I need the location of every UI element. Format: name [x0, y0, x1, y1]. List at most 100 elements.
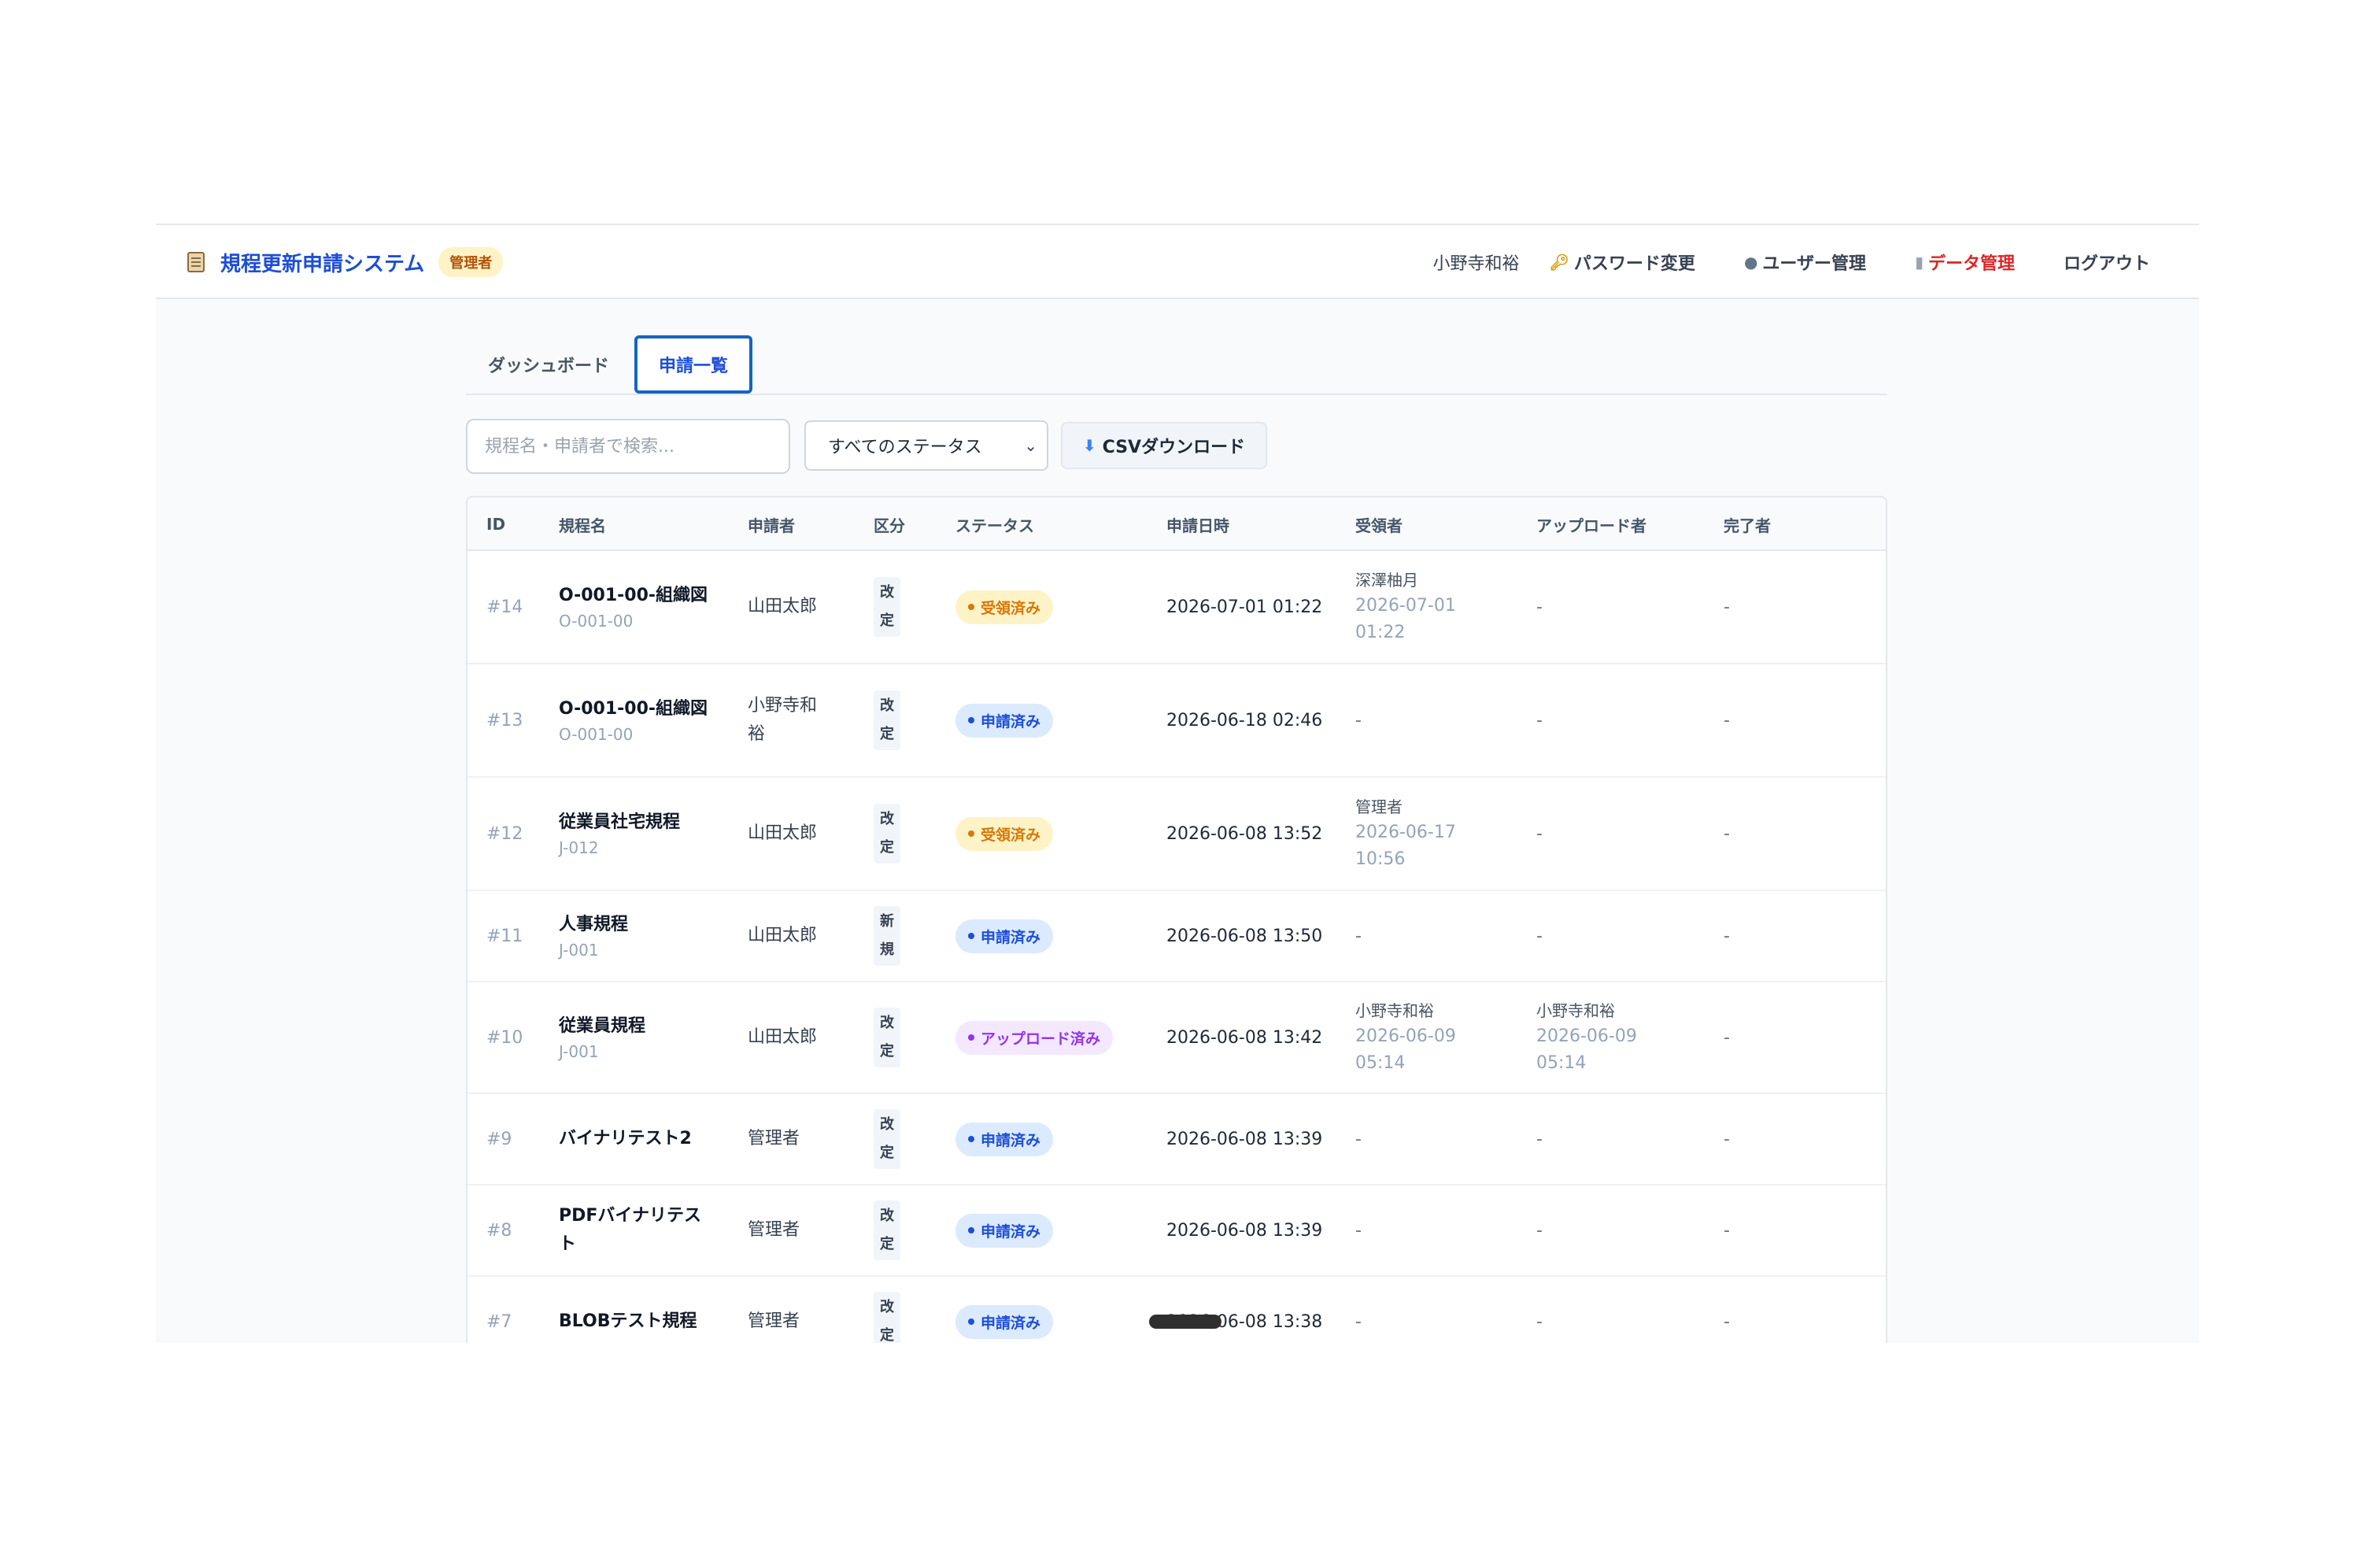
row-receiver-cell: 小野寺和裕 2026-06-09 05:14 [1355, 982, 1473, 1093]
row-completer: - [1724, 926, 1730, 946]
row-name[interactable]: 従業員規程 [559, 1012, 716, 1041]
row-applicant: 山田太郎 [748, 823, 818, 843]
row-applicant: 山田太郎 [748, 1027, 818, 1047]
current-user-name: 小野寺和裕 [1432, 254, 1520, 274]
table-row[interactable]: #11 人事規程 J-001 山田太郎 新規 申請済み 2026-06-08 1… [468, 891, 1886, 982]
row-name[interactable]: バイナリテスト2 [559, 1125, 716, 1153]
table-row[interactable]: #14 O-001-00-組織図 O-001-00 山田太郎 改定 受領済み 2… [468, 551, 1886, 664]
header-id[interactable]: ID [486, 497, 505, 551]
row-date: 2026-06-08 13:50 [1166, 926, 1323, 946]
row-name-cell: O-001-00-組織図 O-001-00 [559, 551, 716, 663]
row-status-cell: 申請済み [955, 1277, 1054, 1343]
row-code: O-001-00 [559, 612, 634, 631]
row-status-cell: 申請済み [955, 891, 1054, 981]
row-name[interactable]: O-001-00-組織図 [559, 582, 716, 610]
row-receiver: - [1355, 1311, 1362, 1332]
header-date[interactable]: 申請日時 [1166, 497, 1229, 551]
table-row[interactable]: #7 BLOBテスト規程 管理者 改定 申請済み 2026-06-08 13:3… [468, 1277, 1886, 1343]
status-dot-icon [968, 1034, 974, 1041]
kind-badge: 改定 [874, 577, 900, 637]
table-row[interactable]: #12 従業員社宅規程 J-012 山田太郎 改定 受領済み 2026-06-0… [468, 778, 1886, 891]
header-completer[interactable]: 完了者 [1724, 497, 1771, 551]
logout-link[interactable]: ログアウト [2064, 250, 2150, 275]
tab-dashboard[interactable]: ダッシュボード [466, 335, 631, 394]
status-dot-icon [968, 933, 974, 939]
status-dot-icon [968, 717, 974, 723]
row-kind-cell: 改定 [874, 1185, 913, 1275]
row-name[interactable]: BLOBテスト規程 [559, 1307, 716, 1336]
row-name[interactable]: 人事規程 [559, 911, 716, 939]
row-applicant: 山田太郎 [748, 597, 818, 616]
header-uploader[interactable]: アップロード者 [1536, 497, 1646, 551]
row-kind-cell: 新規 [874, 891, 913, 981]
row-id: #7 [486, 1311, 512, 1332]
row-uploader: - [1536, 1311, 1543, 1332]
row-kind-cell: 改定 [874, 664, 913, 776]
download-icon: ⬇ [1082, 436, 1096, 455]
status-label: 申請済み [981, 1222, 1041, 1241]
row-code: J-001 [559, 1042, 599, 1061]
row-uploader: - [1536, 1129, 1543, 1149]
app-title[interactable]: 規程更新申請システム [220, 248, 424, 277]
row-date: 2026-06-08 13:42 [1166, 1027, 1323, 1048]
row-completer: - [1724, 710, 1730, 730]
status-dot-icon [968, 830, 974, 837]
header-kind[interactable]: 区分 [874, 497, 905, 551]
row-date: 2026-06-08 13:39 [1166, 1129, 1323, 1149]
row-date: 2026-06-08 13:52 [1166, 823, 1323, 844]
row-id: #8 [486, 1220, 512, 1241]
row-id: #10 [486, 1027, 523, 1048]
tab-request-list[interactable]: 申請一覧 [634, 335, 752, 394]
row-status-cell: 申請済み [955, 1185, 1054, 1275]
receiver-date: 2026-06-17 10:56 [1355, 823, 1456, 869]
status-dot-icon [968, 604, 974, 610]
table-row[interactable]: #8 PDFバイナリテスト 管理者 改定 申請済み 2026-06-08 13:… [468, 1185, 1886, 1277]
table-row[interactable]: #13 O-001-00-組織図 O-001-00 小野寺和裕 改定 申請済み … [468, 664, 1886, 778]
kind-badge: 改定 [874, 1008, 900, 1067]
row-status-cell: 受領済み [955, 551, 1054, 663]
status-badge: 申請済み [955, 919, 1054, 953]
row-date: 2026-06-18 02:46 [1166, 710, 1323, 730]
status-filter-select[interactable]: すべてのステータス ⌄ [804, 420, 1048, 471]
row-receiver: - [1355, 710, 1362, 730]
row-receiver-cell: 深澤柚月 2026-07-01 01:22 [1355, 551, 1473, 663]
row-completer: - [1724, 1311, 1730, 1332]
request-table: ID 規程名 申請者 区分 ステータス 申請日時 受領者 アップロード者 完了者… [466, 496, 1887, 1343]
row-receiver: - [1355, 926, 1362, 946]
row-kind-cell: 改定 [874, 778, 913, 890]
table-header: ID 規程名 申請者 区分 ステータス 申請日時 受領者 アップロード者 完了者 [468, 497, 1886, 551]
receiver-date: 2026-06-09 05:14 [1355, 1026, 1456, 1073]
row-applicant: 管理者 [748, 1220, 800, 1240]
row-completer: - [1724, 1129, 1730, 1149]
row-applicant: 管理者 [748, 1311, 800, 1331]
table-row[interactable]: #9 バイナリテスト2 管理者 改定 申請済み 2026-06-08 13:39… [468, 1094, 1886, 1185]
status-badge: 申請済み [955, 703, 1054, 738]
row-name-cell: バイナリテスト2 [559, 1094, 716, 1184]
row-name[interactable]: PDFバイナリテスト [559, 1202, 716, 1259]
header-status[interactable]: ステータス [955, 497, 1034, 551]
search-input[interactable] [466, 419, 790, 474]
user-management-link[interactable]: ● ユーザー管理 [1744, 250, 1866, 275]
row-uploader: - [1536, 1220, 1543, 1241]
row-completer: - [1724, 1220, 1730, 1241]
row-name[interactable]: 従業員社宅規程 [559, 808, 716, 837]
row-applicant: 山田太郎 [748, 926, 818, 945]
row-name[interactable]: O-001-00-組織図 [559, 695, 716, 723]
kind-badge: 改定 [874, 804, 900, 864]
header-applicant[interactable]: 申請者 [748, 497, 795, 551]
receiver-name: 管理者 [1355, 797, 1402, 816]
status-dot-icon [968, 1319, 974, 1325]
row-code: J-012 [559, 838, 599, 857]
top-header: 規程更新申請システム 管理者 小野寺和裕 🔑︎ パスワード変更 ● ユーザー管理… [156, 225, 2199, 299]
kind-badge: 改定 [874, 1292, 900, 1343]
status-label: 申請済み [981, 712, 1041, 730]
header-name[interactable]: 規程名 [559, 497, 606, 551]
table-row[interactable]: #10 従業員規程 J-001 山田太郎 改定 アップロード済み 2026-06… [468, 982, 1886, 1094]
data-management-link[interactable]: ▮ データ管理 [1915, 250, 2015, 275]
status-label: 申請済み [981, 1131, 1041, 1149]
row-date: 2026-07-01 01:22 [1166, 597, 1323, 617]
password-change-link[interactable]: 🔑︎ パスワード変更 [1550, 250, 1695, 275]
brand: 規程更新申請システム 管理者 [187, 225, 504, 299]
header-receiver[interactable]: 受領者 [1355, 497, 1402, 551]
csv-download-button[interactable]: ⬇ CSVダウンロード [1061, 422, 1267, 469]
